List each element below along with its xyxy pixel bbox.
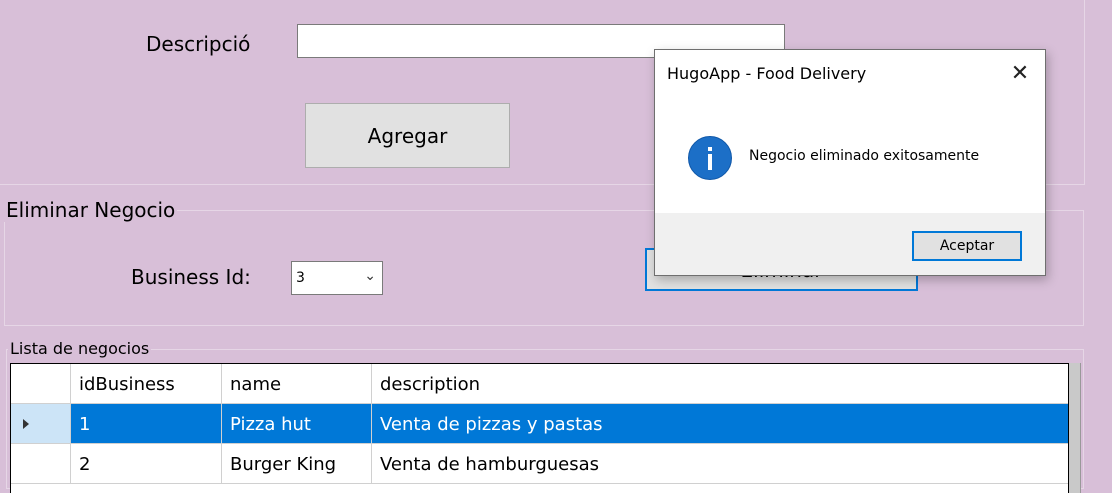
column-header-description[interactable]: description [372,364,1068,404]
message-dialog: HugoApp - Food Delivery ✕ Negocio elimin… [654,49,1046,276]
column-header-idbusiness[interactable]: idBusiness [71,364,222,404]
dialog-footer: Aceptar [655,213,1045,275]
dialog-title: HugoApp - Food Delivery [667,64,867,83]
table-row[interactable]: 2 Burger King Venta de hamburguesas [11,444,1068,484]
close-icon[interactable]: ✕ [1007,60,1033,86]
business-id-value: 3 [296,270,305,286]
row-header[interactable] [11,404,71,444]
grid-corner-header [11,364,71,404]
info-icon [688,136,732,180]
delete-group-title: Eliminar Negocio [4,198,178,222]
description-label: Descripció [146,32,251,56]
chevron-down-icon[interactable]: ⌄ [364,268,376,284]
cell-name[interactable]: Burger King [222,444,372,484]
row-header[interactable] [11,444,71,484]
cell-description[interactable]: Venta de pizzas y pastas [372,404,1068,444]
business-grid[interactable]: idBusiness name description 1 Pizza hut … [10,363,1069,493]
grid-header-row: idBusiness name description [11,364,1068,404]
business-id-label: Business Id: [131,265,251,289]
column-header-name[interactable]: name [222,364,372,404]
dialog-message: Negocio eliminado exitosamente [749,148,980,164]
cell-name[interactable]: Pizza hut [222,404,372,444]
current-row-arrow-icon [23,419,29,429]
add-button[interactable]: Agregar [305,103,510,168]
grid-scrollbar[interactable] [1069,363,1081,493]
cell-idbusiness[interactable]: 1 [71,404,222,444]
list-group-title: Lista de negocios [8,339,152,358]
business-id-select[interactable]: 3 ⌄ [291,261,383,295]
cell-description[interactable]: Venta de hamburguesas [372,444,1068,484]
ok-button[interactable]: Aceptar [912,231,1022,261]
table-row[interactable]: 1 Pizza hut Venta de pizzas y pastas [11,404,1068,444]
cell-idbusiness[interactable]: 2 [71,444,222,484]
